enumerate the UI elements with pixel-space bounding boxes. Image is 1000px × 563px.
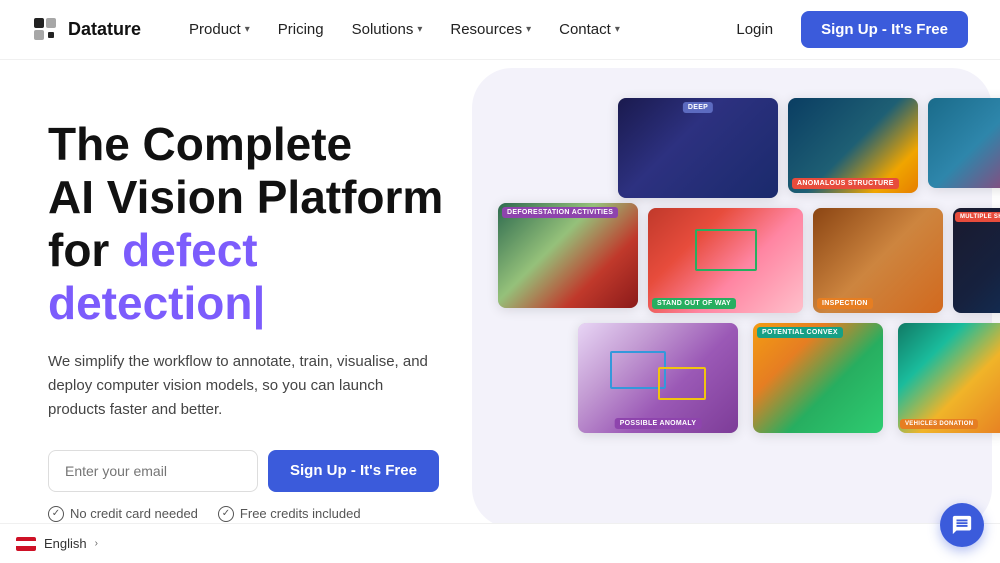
label-ships: MULTIPLE SHIPS DETECTED BY PORT C: [955, 212, 1000, 222]
tile-multiple-ships: MULTIPLE SHIPS DETECTED BY PORT C: [953, 208, 1000, 313]
email-row: Sign Up - It's Free: [48, 450, 478, 492]
label-deforestation: DEFORESTATION ACTIVITIES: [502, 207, 618, 218]
hero-title: The Complete AI Vision Platform for defe…: [48, 118, 478, 330]
tile-anomalous: ANOMALOUS STRUCTURE: [788, 98, 918, 193]
product-chevron-icon: ▾: [245, 24, 250, 35]
logo[interactable]: Datature: [32, 16, 141, 44]
logo-text: Datature: [68, 19, 141, 40]
hero-signup-button[interactable]: Sign Up - It's Free: [268, 450, 439, 492]
label-stand-out: STAND OUT OF WAY: [652, 298, 736, 309]
nav-product[interactable]: Product ▾: [177, 15, 262, 44]
language-chevron-icon[interactable]: ›: [95, 538, 98, 549]
navbar: Datature Product ▾ Pricing Solutions ▾ R…: [0, 0, 1000, 60]
no-credit-card-badge: ✓ No credit card needed: [48, 506, 198, 522]
chat-button[interactable]: [940, 503, 984, 547]
hero-subtitle: We simplify the workflow to annotate, tr…: [48, 350, 428, 422]
label-potential-convex: POTENTIAL CONVEX: [757, 327, 843, 338]
bottom-bar: English ›: [0, 523, 1000, 563]
tile-possible-anomaly: POSSIBLE ANOMALY: [578, 323, 738, 433]
resources-chevron-icon: ▾: [526, 24, 531, 35]
tile-ocean: [928, 98, 1000, 188]
nav-signup-button[interactable]: Sign Up - It's Free: [801, 11, 968, 48]
language-label[interactable]: English: [44, 536, 87, 551]
image-grid: DEEP ANOMALOUS STRUCTURE DEFORESTATION A…: [498, 88, 1000, 528]
label-vehicles: VEHICLES DONATION: [900, 419, 978, 429]
label-deep: DEEP: [683, 102, 713, 113]
free-credits-badge: ✓ Free credits included: [218, 506, 361, 522]
main-content: The Complete AI Vision Platform for defe…: [0, 60, 1000, 563]
nav-links: Product ▾ Pricing Solutions ▾ Resources …: [177, 15, 724, 44]
contact-chevron-icon: ▾: [615, 24, 620, 35]
nav-resources[interactable]: Resources ▾: [438, 15, 543, 44]
solutions-chevron-icon: ▾: [417, 24, 422, 35]
label-anomalous: ANOMALOUS STRUCTURE: [792, 178, 899, 189]
hero-right: DEEP ANOMALOUS STRUCTURE DEFORESTATION A…: [478, 88, 952, 563]
tile-vehicles: VEHICLES DONATION: [898, 323, 1000, 433]
badges-row: ✓ No credit card needed ✓ Free credits i…: [48, 506, 478, 522]
tile-inspection: INSPECTION: [813, 208, 943, 313]
check-circle-icon-2: ✓: [218, 506, 234, 522]
tile-defects: POTENTIAL CONVEX: [753, 323, 883, 433]
tile-deep: DEEP: [618, 98, 778, 198]
flag-icon: [16, 537, 36, 551]
label-inspection: INSPECTION: [817, 298, 873, 309]
nav-solutions[interactable]: Solutions ▾: [340, 15, 435, 44]
nav-contact[interactable]: Contact ▾: [547, 15, 632, 44]
hero-left: The Complete AI Vision Platform for defe…: [48, 108, 478, 563]
check-circle-icon: ✓: [48, 506, 64, 522]
tile-deforestation: DEFORESTATION ACTIVITIES: [498, 203, 638, 308]
nav-pricing[interactable]: Pricing: [266, 15, 336, 44]
email-input[interactable]: [48, 450, 258, 492]
login-button[interactable]: Login: [724, 15, 785, 44]
nav-right: Login Sign Up - It's Free: [724, 11, 968, 48]
label-possible-anomaly: POSSIBLE ANOMALY: [615, 418, 702, 429]
tile-stand-out: STAND OUT OF WAY: [648, 208, 803, 313]
